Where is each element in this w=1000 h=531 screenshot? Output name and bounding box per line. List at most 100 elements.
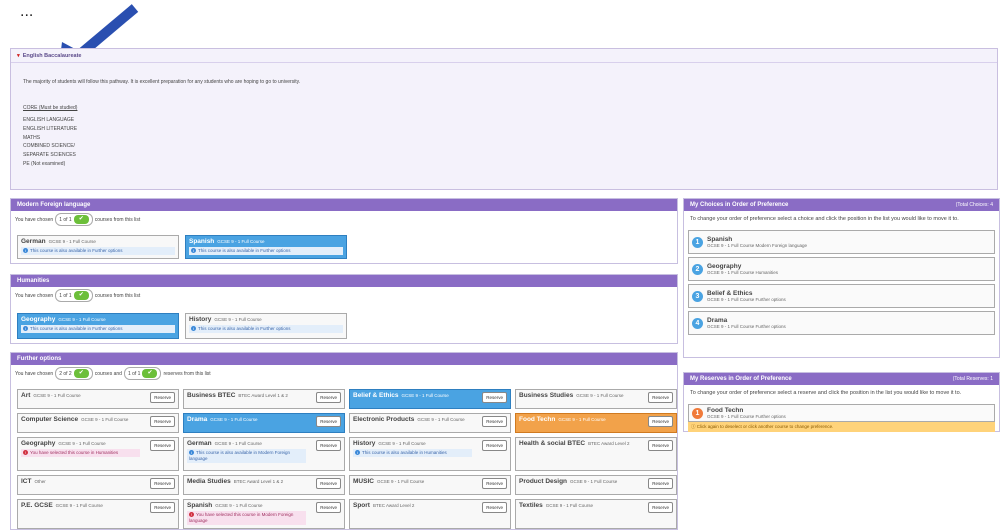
course-detail: GCSE 9 - 1 Full Course <box>378 441 426 446</box>
reserve-number: 1 <box>692 407 703 419</box>
choice-item[interactable]: 3 Belief & Ethics GCSE 9 - 1 Full Course F… <box>688 284 995 308</box>
course-detail: BTEC Award Level 2 <box>372 503 415 508</box>
course-card[interactable]: Media Studies BTEC Award Level 1 & 2 Reser… <box>183 475 345 495</box>
chosen-count: 1 of 1 <box>59 216 72 223</box>
ebacc-header[interactable]: ▾ English Baccalaureate <box>11 49 997 63</box>
reserve-warning-text: Click again to deselect or click another… <box>696 424 834 429</box>
course-card-german[interactable]: German GCSE 9 - 1 Full Course i This cours… <box>17 235 179 259</box>
chosen-count: 2 of 2 <box>59 370 72 377</box>
course-detail: GCSE 9 - 1 Full Course <box>376 479 425 484</box>
course-card[interactable]: History GCSE 9 - 1 Full Course i This cours… <box>349 437 511 471</box>
mfl-chosen-line: You have chosen 1 of 1 ✔ courses from thi… <box>11 211 677 228</box>
reserve-button[interactable]: Reserve <box>648 502 673 513</box>
reserve-button[interactable]: Reserve <box>482 502 507 513</box>
reserve-button[interactable]: Reserve <box>482 478 507 489</box>
course-detail: GCSE 9 - 1 Full Course <box>33 393 81 398</box>
collapse-triangle-icon[interactable]: ▾ <box>17 53 20 59</box>
course-detail: GCSE 9 - 1 Full Course <box>570 479 618 484</box>
ebacc-subject: PE (Not examined) <box>23 160 66 167</box>
course-card[interactable]: Product Design GCSE 9 - 1 Full Course Rese… <box>515 475 677 495</box>
reserve-button[interactable]: Reserve <box>150 392 175 403</box>
reserve-button[interactable]: Reserve <box>648 440 673 451</box>
course-note: i This course is also available in Humani… <box>353 449 472 457</box>
course-card[interactable]: Sport BTEC Award Level 2 Reserve <box>349 499 511 529</box>
course-detail: GCSE 9 - 1 Full Course <box>58 317 106 322</box>
course-note: i This course is also available in Modern… <box>187 449 306 463</box>
reserve-button[interactable]: Reserve <box>316 440 341 451</box>
chosen-count-pill: 2 of 2 ✔ <box>55 367 93 380</box>
reserves-instructions: To change your order of preference selec… <box>690 390 962 396</box>
course-card[interactable]: Art GCSE 9 - 1 Full Course Reserve <box>17 389 179 409</box>
choice-number: 1 <box>692 236 703 248</box>
course-card[interactable]: ICT Other Reserve <box>17 475 179 495</box>
course-card-geography[interactable]: Geography GCSE 9 - 1 Full Course i This co… <box>17 313 179 339</box>
reserve-button[interactable]: Reserve <box>150 502 175 513</box>
course-name: Sport <box>353 502 370 509</box>
course-name: Belief & Ethics <box>353 392 399 399</box>
course-name: Drama <box>187 416 208 423</box>
info-icon: i <box>191 326 196 331</box>
choices-instructions: To change your order of preference selec… <box>690 216 959 222</box>
reserves-total: (Total Reserves: 1 <box>952 376 993 382</box>
reserve-button[interactable]: Reserve <box>150 440 175 451</box>
course-note-text: This course is also available in Humanit… <box>362 450 447 455</box>
reserve-button[interactable]: Reserve <box>316 478 341 489</box>
course-note-text: You have selected this course in Humanit… <box>30 450 119 455</box>
course-card[interactable]: Drama GCSE 9 - 1 Full Course Reserve <box>183 413 345 433</box>
chosen-count: 1 of 1 <box>59 292 72 299</box>
course-detail: GCSE 9 - 1 Full Course <box>558 417 606 422</box>
reserve-button[interactable]: Reserve <box>648 478 673 489</box>
choice-item[interactable]: 2 Geography GCSE 9 - 1 Full Course Humanit… <box>688 257 995 281</box>
course-card[interactable]: German GCSE 9 - 1 Full Course i This course… <box>183 437 345 471</box>
warning-icon: ! <box>189 512 194 517</box>
course-name: Geography <box>21 440 56 447</box>
reserve-button[interactable]: Reserve <box>482 392 507 403</box>
ebacc-core-label: CORE (Must be studied) <box>23 105 78 111</box>
course-name: Spanish <box>189 238 215 245</box>
reserve-button[interactable]: Reserve <box>648 392 673 403</box>
course-card[interactable]: P.E. GCSE GCSE 9 - 1 Full Course Reserve <box>17 499 179 529</box>
course-card[interactable]: MUSIC GCSE 9 - 1 Full Course Reserve <box>349 475 511 495</box>
further-section: Further options You have chosen 2 of 2 ✔ … <box>10 352 678 530</box>
reserve-detail: GCSE 9 - 1 Full Course Further options <box>707 414 786 419</box>
course-card[interactable]: Health & social BTEC BTEC Award Level 2 Re… <box>515 437 677 471</box>
reserve-button[interactable]: Reserve <box>648 416 673 427</box>
reserve-button[interactable]: Reserve <box>316 416 341 427</box>
course-note: ! You have selected this course in Humani… <box>21 449 140 457</box>
reserve-button[interactable]: Reserve <box>150 478 175 489</box>
course-note: i This course is also available in Furthe… <box>189 325 343 333</box>
reserve-button[interactable]: Reserve <box>150 416 175 427</box>
reserve-button[interactable]: Reserve <box>316 392 341 403</box>
choice-detail: GCSE 9 - 1 Full Course Modern Foreign la… <box>707 243 808 248</box>
course-card[interactable]: Textiles GCSE 9 - 1 Full Course Reserve <box>515 499 677 529</box>
course-card[interactable]: Belief & Ethics GCSE 9 - 1 Full Course Res… <box>349 389 511 409</box>
reserve-button[interactable]: Reserve <box>316 502 341 513</box>
reserve-item[interactable]: 1 Food Techn GCSE 9 - 1 Full Course Furthe… <box>688 404 995 422</box>
chosen-count-pill: 1 of 1 ✔ <box>55 213 93 226</box>
hum-title: Humanities <box>11 275 677 287</box>
course-card[interactable]: Food Techn GCSE 9 - 1 Full Course Reserve <box>515 413 677 433</box>
reserve-button[interactable]: Reserve <box>482 440 507 451</box>
course-card-history[interactable]: History GCSE 9 - 1 Full Course i This cour… <box>185 313 347 339</box>
course-card-spanish[interactable]: Spanish GCSE 9 - 1 Full Course i This cour… <box>185 235 347 259</box>
course-card[interactable]: Business Studies GCSE 9 - 1 Full Course Re… <box>515 389 677 409</box>
reserve-count: 1 of 1 <box>127 370 141 377</box>
chosen-suffix: courses from this list <box>94 292 141 299</box>
reserve-button[interactable]: Reserve <box>482 416 507 427</box>
humanities-section: Humanities You have chosen 1 of 1 ✔ cours… <box>10 274 678 344</box>
ebacc-subject: SEPARATE SCIENCES <box>23 152 76 159</box>
course-card[interactable]: Geography GCSE 9 - 1 Full Course! You have… <box>17 437 179 471</box>
mfl-section: Modern Foreign language You have chosen … <box>10 198 678 264</box>
course-card[interactable]: Computer Science GCSE 9 - 1 Full Course Re… <box>17 413 179 433</box>
reserve-name: Food Techn <box>707 407 744 414</box>
course-name: Business Studies <box>519 392 574 399</box>
course-card[interactable]: Electronic Products GCSE 9 - 1 Full Cours… <box>349 413 511 433</box>
course-note: i This course is also available in Furthe… <box>189 247 343 255</box>
choice-item[interactable]: 4 Drama GCSE 9 - 1 Full Course Further opt… <box>688 311 995 335</box>
course-note-text: This course is also available in Further… <box>198 248 291 253</box>
info-icon: i <box>355 450 360 455</box>
course-card[interactable]: Spanish GCSE 9 - 1 Full Course! You have s… <box>183 499 345 529</box>
choice-item[interactable]: 1 Spanish GCSE 9 - 1 Full Course Modern Fo… <box>688 230 995 254</box>
ebacc-intro: The majority of students will follow thi… <box>23 79 301 85</box>
course-card[interactable]: Business BTEC BTEC Award Level 1 & 2 Reser… <box>183 389 345 409</box>
